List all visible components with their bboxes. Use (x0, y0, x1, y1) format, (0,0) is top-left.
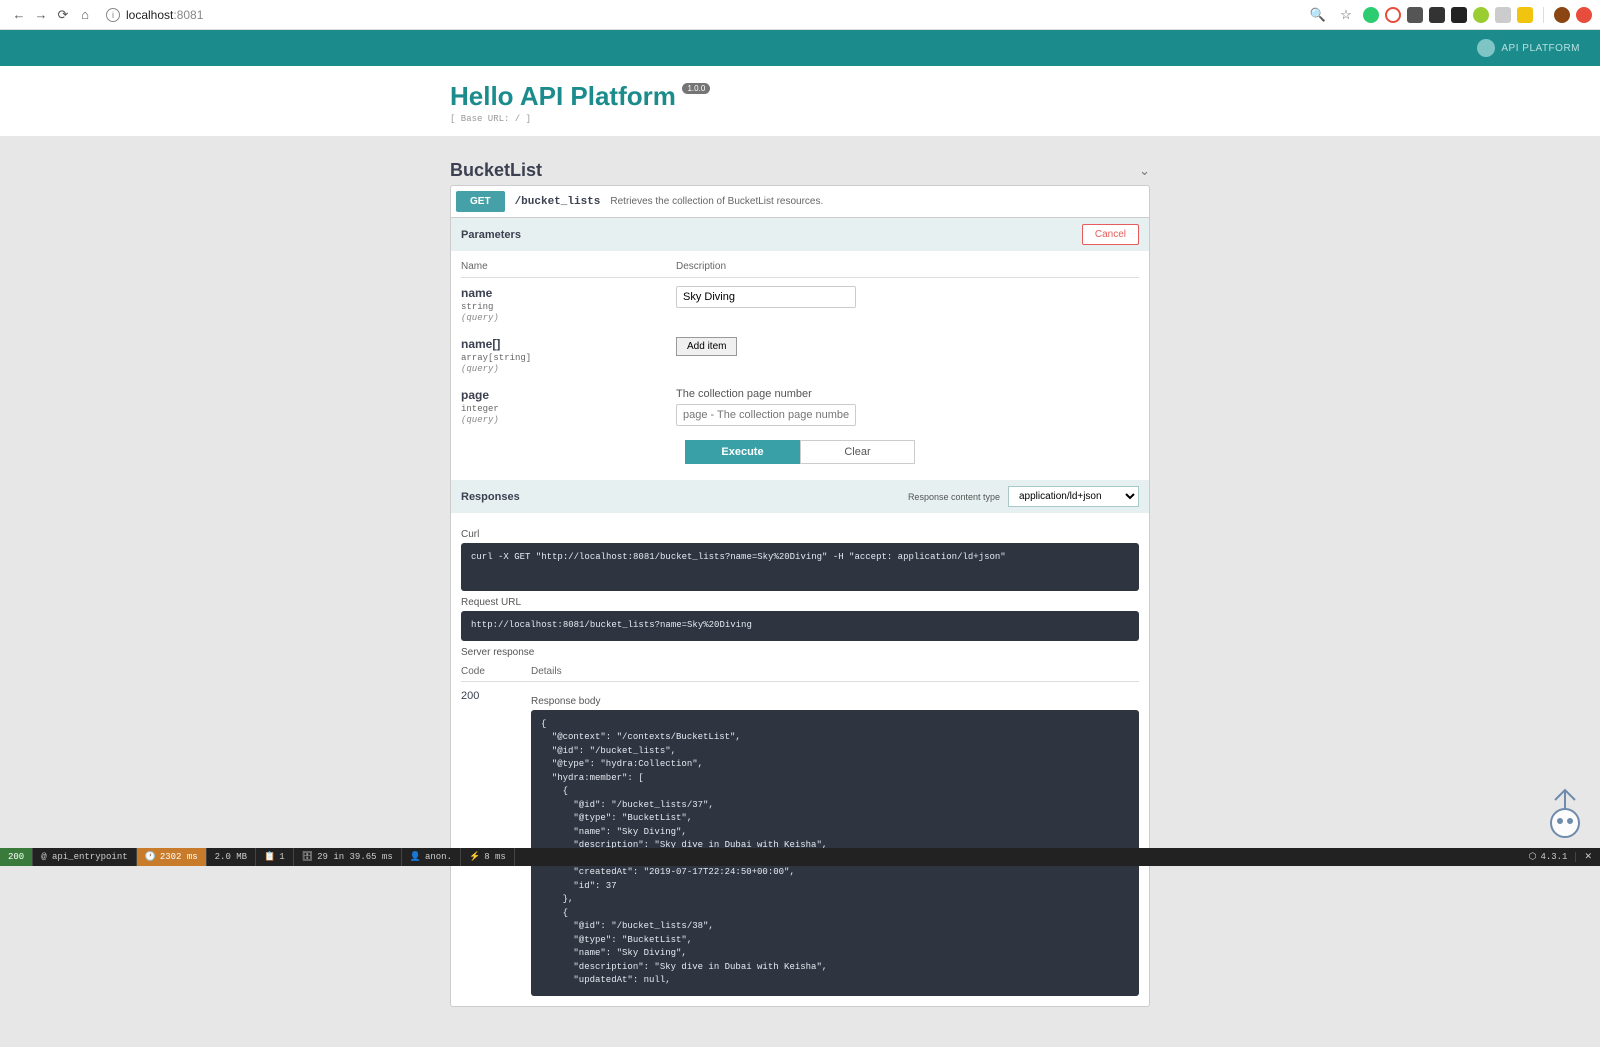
url-port: :8081 (173, 8, 203, 22)
response-code: 200 (461, 690, 531, 996)
url-host: localhost (126, 8, 173, 22)
extension-icon[interactable] (1495, 7, 1511, 23)
param-page-input[interactable] (676, 404, 856, 426)
debug-toolbar[interactable]: 200 @ api_entrypoint 🕐 2302 ms 2.0 MB 📋 … (0, 848, 1600, 866)
parameters-label: Parameters (461, 229, 521, 241)
param-type: array[string] (461, 353, 676, 363)
address-bar[interactable]: i localhost:8081 (106, 8, 1297, 22)
version-badge: 1.0.0 (682, 83, 710, 94)
home-button[interactable]: ⌂ (74, 4, 96, 26)
operation-summary: Retrieves the collection of BucketList r… (610, 196, 823, 207)
debug-extra[interactable]: ⚡ 8 ms (461, 848, 515, 866)
method-badge: GET (456, 191, 505, 212)
param-type: string (461, 302, 676, 312)
content-type-select[interactable]: application/ld+json (1008, 486, 1139, 507)
parameters-bar: Parameters Cancel (451, 218, 1149, 251)
operation-path: /bucket_lists (515, 196, 601, 208)
cancel-button[interactable]: Cancel (1082, 224, 1139, 245)
debug-time[interactable]: 🕐 2302 ms (137, 848, 207, 866)
resource-title: BucketList (450, 160, 542, 181)
operation-header[interactable]: GET /bucket_lists Retrieves the collecti… (451, 186, 1149, 218)
param-desc: The collection page number (676, 388, 1139, 400)
brand-label: API PLATFORM (1501, 43, 1580, 54)
avatar[interactable] (1554, 7, 1570, 23)
title-section: Hello API Platform 1.0.0 [ Base URL: / ] (0, 66, 1600, 136)
param-in: (query) (461, 415, 676, 425)
param-row: name string (query) (461, 286, 1139, 323)
extension-icons: 🔍 ☆ (1307, 4, 1592, 26)
param-name: page (461, 388, 676, 402)
code-header: Code (461, 666, 531, 677)
debug-close[interactable]: ✕ (1576, 852, 1600, 862)
base-url: [ Base URL: / ] (450, 114, 1150, 124)
header-band: API PLATFORM (0, 30, 1600, 66)
clear-button[interactable]: Clear (800, 440, 915, 464)
request-url-label: Request URL (461, 597, 1139, 608)
debug-user[interactable]: 👤 anon. (402, 848, 461, 866)
browser-toolbar: ← → ⟳ ⌂ i localhost:8081 🔍 ☆ (0, 0, 1600, 30)
info-icon: i (106, 8, 120, 22)
param-in: (query) (461, 313, 676, 323)
col-header-name: Name (461, 261, 676, 272)
search-icon[interactable]: 🔍 (1307, 4, 1329, 26)
debug-db[interactable]: 🗄 29 in 39.65 ms (294, 848, 402, 866)
responses-label: Responses (461, 491, 520, 503)
param-row: page integer (query) The collection page… (461, 388, 1139, 426)
responses-bar: Responses Response content type applicat… (451, 480, 1149, 513)
param-row: name[] array[string] (query) Add item (461, 337, 1139, 374)
star-icon[interactable]: ☆ (1335, 4, 1357, 26)
mascot-icon (1540, 788, 1590, 848)
param-name: name[] (461, 337, 676, 351)
add-item-button[interactable]: Add item (676, 337, 737, 356)
back-button[interactable]: ← (8, 4, 30, 26)
curl-command: curl -X GET "http://localhost:8081/bucke… (461, 543, 1139, 591)
request-url: http://localhost:8081/bucket_lists?name=… (461, 611, 1139, 641)
page-title: Hello API Platform (450, 81, 676, 112)
resource-header[interactable]: BucketList ⌄ (450, 156, 1150, 185)
param-name: name (461, 286, 676, 300)
server-response-label: Server response (461, 647, 1139, 658)
curl-label: Curl (461, 529, 1139, 540)
debug-mem[interactable]: 2.0 MB (207, 848, 256, 866)
reload-button[interactable]: ⟳ (52, 4, 74, 26)
operation-block: GET /bucket_lists Retrieves the collecti… (450, 185, 1150, 1007)
extension-icon[interactable] (1429, 7, 1445, 23)
forward-button[interactable]: → (30, 4, 52, 26)
param-name-input[interactable] (676, 286, 856, 308)
execute-button[interactable]: Execute (685, 440, 800, 464)
extension-icon[interactable] (1363, 7, 1379, 23)
details-header: Details (531, 666, 1139, 677)
debug-forms[interactable]: 📋 1 (256, 848, 294, 866)
param-in: (query) (461, 364, 676, 374)
parameters-body: Name Description name string (query) (451, 251, 1149, 480)
debug-sf[interactable]: ⬡ 4.3.1 (1521, 852, 1577, 862)
extension-icon[interactable] (1576, 7, 1592, 23)
debug-route[interactable]: @ api_entrypoint (33, 848, 136, 866)
col-header-desc: Description (676, 261, 1139, 272)
content-type-label: Response content type (908, 492, 1000, 502)
brand-logo-icon (1477, 39, 1495, 57)
chevron-down-icon: ⌄ (1139, 163, 1150, 179)
param-type: integer (461, 404, 676, 414)
extension-icon[interactable] (1517, 7, 1533, 23)
extension-icon[interactable] (1451, 7, 1467, 23)
debug-status[interactable]: 200 (0, 848, 33, 866)
response-body-label: Response body (531, 696, 1139, 707)
extension-icon[interactable] (1407, 7, 1423, 23)
responses-body: Curl curl -X GET "http://localhost:8081/… (451, 513, 1149, 1006)
extension-icon[interactable] (1473, 7, 1489, 23)
extension-icon[interactable] (1385, 7, 1401, 23)
